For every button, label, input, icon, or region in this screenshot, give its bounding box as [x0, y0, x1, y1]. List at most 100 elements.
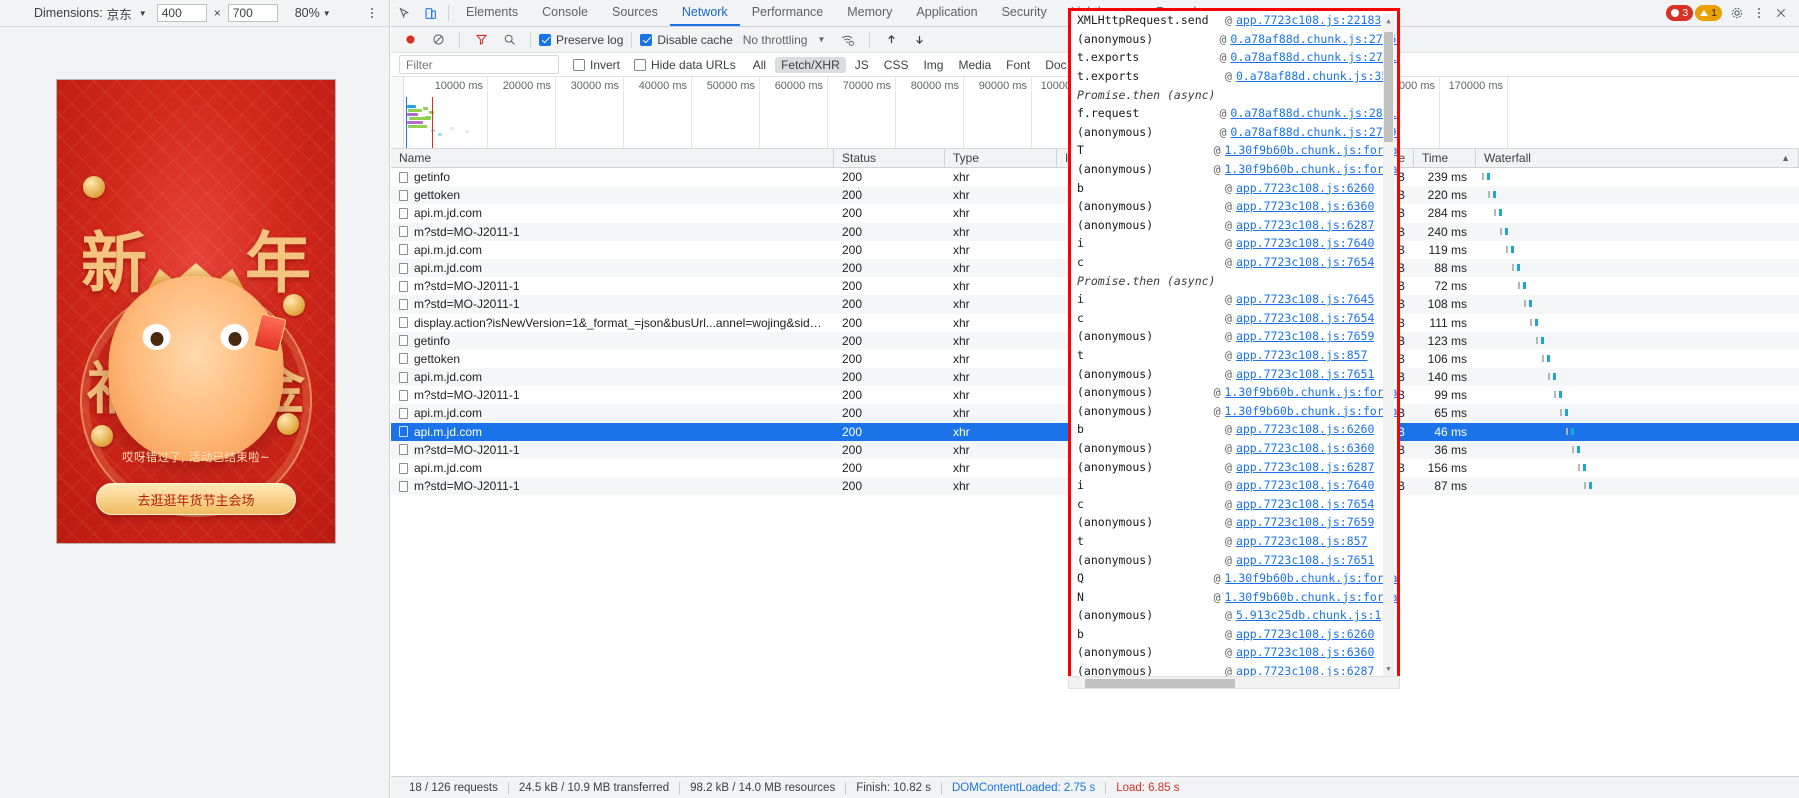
throttling-select[interactable]: No throttling [743, 33, 808, 47]
call-stack-source-link[interactable]: 0.a78af88d.chunk.js:35 [1236, 69, 1388, 83]
zoom-value[interactable]: 80% [295, 6, 320, 20]
column-header-name[interactable]: Name [391, 149, 834, 168]
call-stack-source-link[interactable]: app.7723c108.js:6360 [1236, 645, 1374, 659]
call-stack-source-link[interactable]: app.7723c108.js:7651 [1236, 553, 1374, 567]
call-stack-row[interactable]: i @ app.7723c108.js:7645 [1071, 290, 1397, 309]
call-stack-source-link[interactable]: app.7723c108.js:7640 [1236, 236, 1374, 250]
import-har-icon[interactable] [878, 33, 904, 46]
hide-data-urls-box[interactable] [634, 58, 647, 71]
close-icon[interactable] [1768, 7, 1794, 19]
invert-box[interactable] [573, 58, 585, 71]
call-stack-source-link[interactable]: app.7723c108.js:7645 [1236, 292, 1374, 306]
call-stack-row[interactable]: (anonymous) @1.30f9b60b.chunk.js:formatt [1071, 160, 1397, 179]
filter-funnel-icon[interactable] [468, 33, 494, 46]
column-header-type[interactable]: Type [945, 149, 1057, 168]
call-stack-source-link[interactable]: 0.a78af88d.chunk.js:27691 [1230, 125, 1397, 139]
column-header-status[interactable]: Status [834, 149, 945, 168]
viewport-width-input[interactable] [156, 4, 207, 22]
call-stack-source-link[interactable]: app.7723c108.js:7640 [1236, 478, 1374, 492]
preserve-log-checkbox[interactable]: Preserve log [539, 33, 623, 47]
warning-count-badge[interactable]: 1 [1695, 5, 1722, 21]
invert-checkbox[interactable]: Invert [573, 58, 620, 72]
tab-memory[interactable]: Memory [835, 0, 904, 26]
scroll-up-arrow-icon[interactable]: ▲ [1384, 15, 1393, 27]
type-filter-media[interactable]: Media [952, 57, 997, 73]
call-stack-source-link[interactable]: 1.30f9b60b.chunk.js:formatt [1225, 404, 1398, 418]
tab-application[interactable]: Application [904, 0, 989, 26]
device-name-value[interactable]: 京东 [107, 4, 132, 23]
call-stack-source-link[interactable]: 1.30f9b60b.chunk.js:formatt [1225, 143, 1398, 157]
call-stack-source-link[interactable]: app.7723c108.js:6287 [1236, 218, 1374, 232]
call-stack-row[interactable]: (anonymous) @ app.7723c108.js:7659 [1071, 513, 1397, 532]
call-stack-row[interactable]: (anonymous) @ app.7723c108.js:6360 [1071, 643, 1397, 662]
call-stack-row[interactable]: b @ app.7723c108.js:6260 [1071, 420, 1397, 439]
tab-console[interactable]: Console [530, 0, 600, 26]
type-filter-img[interactable]: Img [917, 57, 949, 73]
export-har-icon[interactable] [906, 33, 932, 46]
kebab-menu-icon[interactable] [1752, 5, 1766, 21]
call-stack-row[interactable]: (anonymous) @ app.7723c108.js:7651 [1071, 550, 1397, 569]
scroll-down-arrow-icon[interactable]: ▼ [1384, 663, 1393, 675]
zoom-caret-icon[interactable]: ▼ [323, 9, 331, 18]
network-conditions-icon[interactable] [835, 33, 861, 47]
call-stack-row[interactable]: i @ app.7723c108.js:7640 [1071, 234, 1397, 253]
call-stack-source-link[interactable]: app.7723c108.js:6360 [1236, 441, 1374, 455]
call-stack-row[interactable]: c @ app.7723c108.js:7654 [1071, 253, 1397, 272]
device-select-caret-icon[interactable]: ▼ [139, 9, 147, 18]
call-stack-source-link[interactable]: 0.a78af88d.chunk.js:27758 [1230, 32, 1397, 46]
call-stack-row[interactable]: (anonymous) @ app.7723c108.js:6360 [1071, 197, 1397, 216]
call-stack-source-link[interactable]: 0.a78af88d.chunk.js:28314 [1230, 106, 1397, 120]
call-stack-row[interactable]: (anonymous) @ app.7723c108.js:6360 [1071, 439, 1397, 458]
inspect-element-icon[interactable] [391, 0, 417, 26]
call-stack-source-link[interactable]: app.7723c108.js:6260 [1236, 627, 1374, 641]
call-stack-source-link[interactable]: app.7723c108.js:7659 [1236, 329, 1374, 343]
throttling-caret-icon[interactable]: ▼ [817, 35, 825, 44]
call-stack-row[interactable]: Promise.then (async) [1071, 85, 1397, 104]
call-stack-source-link[interactable]: app.7723c108.js:6260 [1236, 422, 1374, 436]
call-stack-source-link[interactable]: 1.30f9b60b.chunk.js:formatt [1225, 162, 1398, 176]
hscrollbar-thumb[interactable] [1085, 679, 1235, 688]
call-stack-source-link[interactable]: app.7723c108.js:6287 [1236, 460, 1374, 474]
popup-vertical-scrollbar[interactable]: ▲ ▼ [1383, 14, 1394, 676]
call-stack-row[interactable]: T @1.30f9b60b.chunk.js:formatt [1071, 141, 1397, 160]
call-stack-source-link[interactable]: 1.30f9b60b.chunk.js:formatt [1225, 385, 1398, 399]
disable-cache-checkbox[interactable]: Disable cache [640, 33, 733, 47]
error-count-badge[interactable]: 3 [1666, 5, 1694, 21]
device-toolbar-kebab-icon[interactable] [365, 5, 379, 21]
toggle-device-toolbar-icon[interactable] [417, 0, 443, 26]
call-stack-row[interactable]: t.exports @0.a78af88d.chunk.js:35 [1071, 67, 1397, 86]
call-stack-row[interactable]: (anonymous) @0.a78af88d.chunk.js:27691 [1071, 123, 1397, 142]
disable-cache-box[interactable] [640, 33, 653, 46]
type-filter-font[interactable]: Font [1000, 57, 1036, 73]
call-stack-row[interactable]: t @ app.7723c108.js:857 [1071, 346, 1397, 365]
call-stack-source-link[interactable]: app.7723c108.js:7654 [1236, 255, 1374, 269]
column-header-waterfall[interactable]: Waterfall [1484, 149, 1531, 168]
tab-network[interactable]: Network [669, 0, 740, 26]
gear-icon[interactable] [1724, 6, 1750, 20]
call-stack-row[interactable]: (anonymous) @ app.7723c108.js:6287 [1071, 216, 1397, 235]
call-stack-row[interactable]: t @ app.7723c108.js:857 [1071, 532, 1397, 551]
call-stack-source-link[interactable]: 5.913c25db.chunk.js:1 [1236, 608, 1381, 622]
call-stack-source-link[interactable]: app.7723c108.js:857 [1236, 534, 1368, 548]
call-stack-source-link[interactable]: 1.30f9b60b.chunk.js:formatt [1225, 590, 1398, 604]
call-stack-row[interactable]: Promise.then (async) [1071, 271, 1397, 290]
call-stack-source-link[interactable]: app.7723c108.js:7654 [1236, 497, 1374, 511]
call-stack-row[interactable]: i @ app.7723c108.js:7640 [1071, 476, 1397, 495]
type-filter-css[interactable]: CSS [878, 57, 915, 73]
call-stack-row[interactable]: c @ app.7723c108.js:7654 [1071, 494, 1397, 513]
call-stack-row[interactable]: (anonymous) @1.30f9b60b.chunk.js:formatt [1071, 383, 1397, 402]
call-stack-source-link[interactable]: app.7723c108.js:7654 [1236, 311, 1374, 325]
call-stack-source-link[interactable]: 1.30f9b60b.chunk.js:formatt [1225, 571, 1398, 585]
scrollbar-thumb[interactable] [1384, 32, 1393, 142]
type-filter-all[interactable]: All [747, 57, 772, 73]
tab-security[interactable]: Security [990, 0, 1059, 26]
viewport-height-input[interactable] [227, 4, 278, 22]
call-stack-row[interactable]: (anonymous) @0.a78af88d.chunk.js:27758 [1071, 30, 1397, 49]
sort-indicator-icon[interactable]: ▲ [1781, 149, 1790, 168]
call-stack-row[interactable]: Q @1.30f9b60b.chunk.js:formatt [1071, 569, 1397, 588]
call-stack-row[interactable]: XMLHttpRequest.send @ app.7723c108.js:2218… [1071, 11, 1397, 30]
hide-data-urls-checkbox[interactable]: Hide data URLs [634, 58, 736, 72]
device-viewport[interactable]: 新 年 福 金 哎呀错过了, 活动已结束啦~ 去逛逛年货节主会场 [56, 79, 336, 544]
initiator-call-stack-popup[interactable]: XMLHttpRequest.send @ app.7723c108.js:2218… [1068, 8, 1400, 682]
type-filter-fetch-xhr[interactable]: Fetch/XHR [775, 56, 846, 73]
